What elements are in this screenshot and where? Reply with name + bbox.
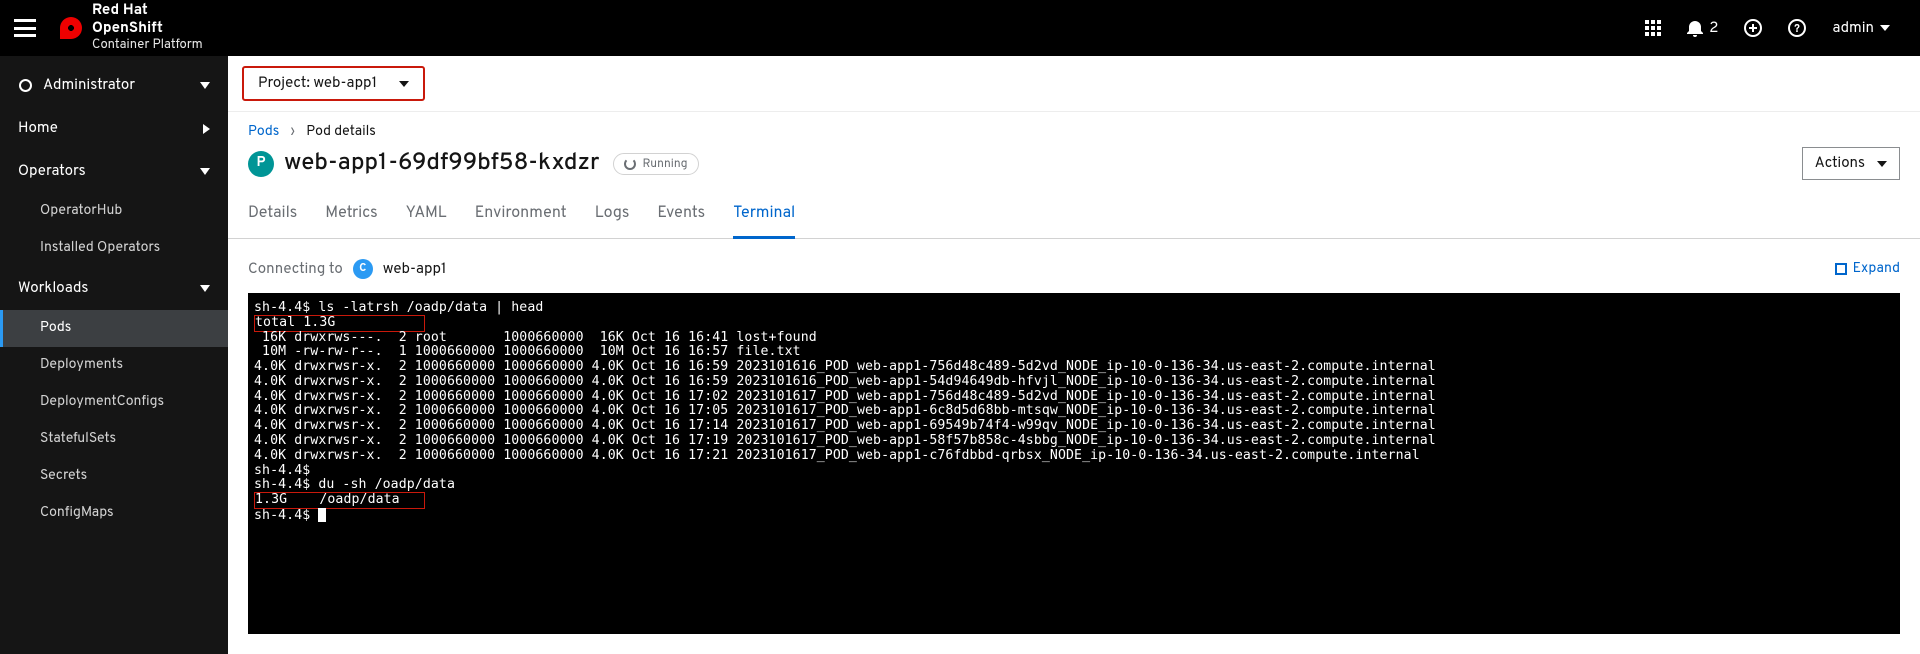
tab-environment[interactable]: Environment [475, 194, 567, 239]
sidebar-item-deploymentconfigs[interactable]: DeploymentConfigs [0, 384, 228, 421]
nav-operators[interactable]: Operators [0, 150, 228, 193]
pod-resource-icon: P [248, 151, 274, 177]
expand-label: Expand [1853, 261, 1900, 278]
container-name: web-app1 [383, 260, 447, 279]
sidebar-item-pods[interactable]: Pods [0, 310, 228, 347]
chevron-down-icon [200, 168, 210, 175]
cursor-icon [318, 508, 326, 522]
crumb-pods[interactable]: Pods [248, 124, 279, 141]
help-icon[interactable]: ? [1788, 19, 1806, 37]
chevron-right-icon [203, 124, 210, 134]
hamburger-icon[interactable] [14, 19, 36, 37]
nav-workloads-label: Workloads [18, 279, 88, 298]
sidebar-item-deployments[interactable]: Deployments [0, 347, 228, 384]
sidebar-item-operatorhub[interactable]: OperatorHub [0, 193, 228, 230]
gear-icon [18, 78, 33, 93]
sync-icon [624, 158, 636, 170]
project-picker[interactable]: Project: web-app1 [242, 66, 425, 101]
breadcrumb: Pods › Pod details [248, 124, 1900, 141]
tab-yaml[interactable]: YAML [406, 194, 447, 239]
brand-line3: Container Platform [92, 38, 203, 52]
sidebar-item-configmaps[interactable]: ConfigMaps [0, 495, 228, 532]
topbar: Red Hat OpenShift Container Platform 2 ?… [0, 0, 1920, 56]
tab-logs[interactable]: Logs [595, 194, 630, 239]
status-text: Running [642, 156, 687, 172]
nav-home-label: Home [18, 119, 58, 138]
notifications-icon[interactable]: 2 [1687, 19, 1718, 38]
chevron-right-icon: › [291, 124, 295, 141]
brand-line2: OpenShift [92, 19, 163, 38]
status-badge: Running [613, 153, 698, 175]
expand-button[interactable]: Expand [1835, 261, 1900, 278]
tab-terminal[interactable]: Terminal [733, 194, 795, 239]
nav-workloads[interactable]: Workloads [0, 267, 228, 310]
brand: Red Hat OpenShift Container Platform [60, 3, 203, 52]
chevron-down-icon [399, 81, 409, 87]
chevron-down-icon [1880, 25, 1890, 31]
project-bar: Project: web-app1 [228, 56, 1920, 112]
page-title: web-app1-69df99bf58-kxdzr [284, 149, 599, 179]
sidebar-item-secrets[interactable]: Secrets [0, 458, 228, 495]
tab-details[interactable]: Details [248, 194, 297, 239]
crumb-current: Pod details [306, 124, 376, 141]
container-resource-icon: C [353, 259, 373, 279]
main-panel: Project: web-app1 Pods › Pod details P w… [228, 56, 1920, 654]
notif-count: 2 [1709, 19, 1718, 38]
actions-menu[interactable]: Actions [1802, 147, 1900, 180]
tab-events[interactable]: Events [657, 194, 705, 239]
sidebar: Administrator Home Operators OperatorHub… [0, 56, 228, 654]
nav-home[interactable]: Home [0, 107, 228, 150]
expand-icon [1835, 263, 1847, 275]
sidebar-item-installed-operators[interactable]: Installed Operators [0, 230, 228, 267]
sidebar-item-statefulsets[interactable]: StatefulSets [0, 421, 228, 458]
brand-line1: Red Hat [92, 1, 148, 20]
project-value: web-app1 [313, 74, 377, 93]
chevron-down-icon [200, 285, 210, 292]
actions-label: Actions [1815, 154, 1865, 173]
project-label: Project: [258, 74, 310, 93]
chevron-down-icon [200, 82, 210, 89]
nav-operators-label: Operators [18, 162, 86, 181]
user-name: admin [1832, 19, 1874, 38]
connecting-label: Connecting to [248, 260, 343, 279]
tab-metrics[interactable]: Metrics [325, 194, 377, 239]
perspective-switcher[interactable]: Administrator [0, 64, 228, 107]
tabs: Details Metrics YAML Environment Logs Ev… [228, 194, 1920, 239]
perspective-label: Administrator [43, 76, 135, 95]
add-icon[interactable] [1744, 19, 1762, 37]
user-menu[interactable]: admin [1832, 19, 1890, 38]
terminal-output[interactable]: sh-4.4$ ls -latrsh /oadp/data | head tot… [248, 293, 1900, 634]
svg-text:?: ? [1795, 23, 1801, 37]
chevron-down-icon [1877, 161, 1887, 167]
redhat-logo-icon [60, 17, 82, 39]
app-launcher-icon[interactable] [1645, 20, 1661, 36]
